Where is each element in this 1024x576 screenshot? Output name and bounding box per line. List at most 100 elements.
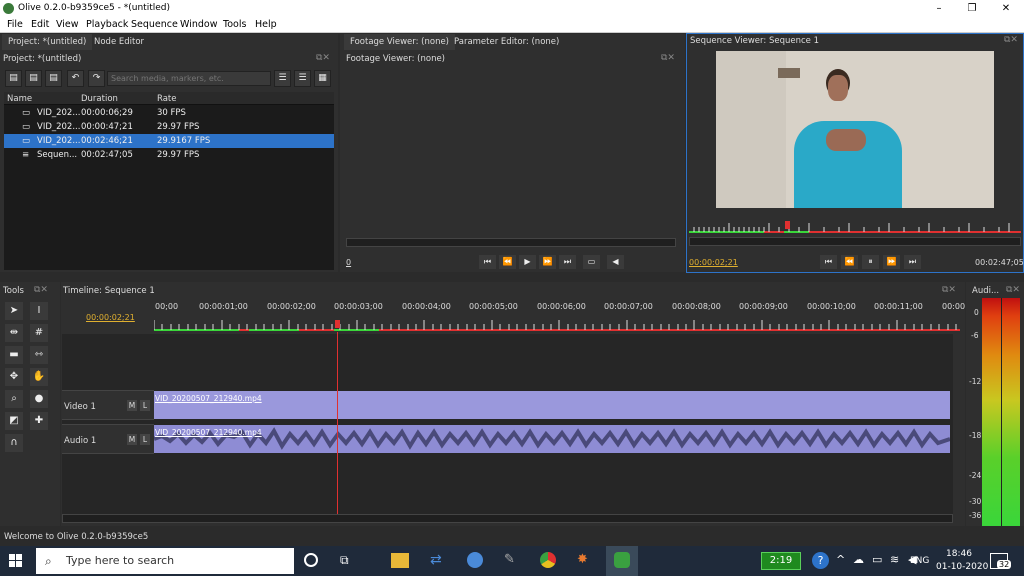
timeline-ruler[interactable]	[154, 318, 960, 332]
save-file-icon[interactable]: ▤	[45, 70, 62, 87]
chevron-up-icon[interactable]: ^	[836, 553, 845, 566]
lock-button[interactable]: L	[140, 400, 150, 411]
redo-icon[interactable]: ↷	[88, 70, 105, 87]
media-row[interactable]: ▭ VID_202... 00:00:47;21 29.97 FPS	[4, 120, 334, 134]
help-icon[interactable]: ?	[812, 552, 829, 569]
clock-time[interactable]: 18:46	[946, 549, 972, 559]
sequence-scrollbar[interactable]	[689, 237, 1021, 246]
audio-icon[interactable]: ◀	[607, 255, 624, 269]
slide-tool-icon[interactable]: ✥	[5, 368, 23, 386]
battery-timer[interactable]: 2:19	[761, 552, 801, 570]
panel-float-icon[interactable]: ⧉✕	[1006, 285, 1020, 295]
tool-icon[interactable]: ✎	[504, 552, 515, 567]
maximize-button[interactable]: ❐	[955, 0, 989, 17]
audio-waveform	[154, 427, 950, 450]
media-row[interactable]: ▭ VID_202... 00:00:06;29 30 FPS	[4, 106, 334, 120]
go-to-end-icon[interactable]: ⏭	[559, 255, 576, 269]
go-to-start-icon[interactable]: ⏮	[479, 255, 496, 269]
timeline-playhead[interactable]	[337, 332, 338, 514]
footage-scrollbar[interactable]	[346, 238, 676, 247]
column-duration[interactable]: Duration	[81, 94, 118, 104]
cloud-icon[interactable]: ☁	[853, 553, 864, 566]
snapping-icon[interactable]: ∩	[5, 434, 23, 452]
chrome-icon[interactable]	[540, 552, 556, 568]
edit-tool-icon[interactable]: I	[30, 302, 48, 320]
menu-file[interactable]: File	[7, 19, 23, 30]
sequence-viewer-ruler[interactable]	[689, 220, 1021, 234]
play-icon[interactable]: ▶	[519, 255, 536, 269]
mute-button[interactable]: M	[127, 434, 137, 445]
timeline-current-time[interactable]: 00:00:02;21	[86, 313, 135, 322]
panel-float-icon[interactable]: ⧉✕	[1004, 35, 1018, 45]
zoom-tool-icon[interactable]: ⌕	[5, 390, 23, 408]
language-indicator[interactable]: ENG	[910, 556, 929, 566]
tab-parameter-editor[interactable]: Parameter Editor: (none)	[448, 34, 565, 50]
menu-edit[interactable]: Edit	[31, 19, 49, 30]
panel-float-icon[interactable]: ⧉✕	[316, 53, 330, 63]
menu-playback[interactable]: Playback	[86, 19, 128, 30]
olive-taskbar-button[interactable]	[606, 546, 638, 576]
fast-forward-icon[interactable]: ⏩	[539, 255, 556, 269]
list-view-icon[interactable]: ☰	[294, 70, 311, 87]
video-icon[interactable]: ▭	[583, 255, 600, 269]
menu-sequence[interactable]: Sequence	[131, 19, 178, 30]
task-view-icon[interactable]: ⧉	[340, 553, 349, 568]
browser-icon[interactable]	[467, 552, 483, 568]
column-name[interactable]: Name	[7, 94, 32, 104]
sequence-current-time[interactable]: 00:00:02;21	[689, 258, 738, 267]
pause-icon[interactable]: ⏸	[862, 255, 879, 269]
panel-float-icon[interactable]: ⧉✕	[661, 53, 675, 63]
audio-clip[interactable]: VID_20200507_212940.mp4	[154, 425, 950, 453]
tab-footage-viewer[interactable]: Footage Viewer: (none)	[344, 34, 456, 50]
undo-icon[interactable]: ↶	[67, 70, 84, 87]
media-row-selected[interactable]: ▭ VID_202... 00:02:46;21 29.9167 FPS	[4, 134, 334, 148]
wifi-icon[interactable]: ≋	[890, 553, 899, 566]
add-tool-icon[interactable]: ✚	[30, 412, 48, 430]
rolling-tool-icon[interactable]: #	[30, 324, 48, 342]
app-icon[interactable]: ⇄	[430, 552, 442, 568]
lock-button[interactable]: L	[140, 434, 150, 445]
record-tool-icon[interactable]: ●	[30, 390, 48, 408]
menu-view[interactable]: View	[56, 19, 79, 30]
pointer-tool-icon[interactable]: ➤	[5, 302, 23, 320]
battery-icon[interactable]: ▭	[872, 553, 882, 566]
fast-forward-icon[interactable]: ⏩	[883, 255, 900, 269]
rewind-icon[interactable]: ⏪	[841, 255, 858, 269]
menu-help[interactable]: Help	[255, 19, 277, 30]
tab-node-editor[interactable]: Node Editor	[88, 34, 150, 50]
open-file-icon[interactable]: ▤	[25, 70, 42, 87]
media-row[interactable]: ≡ Sequen... 00:02:47;05 29.97 FPS	[4, 148, 334, 162]
video-clip[interactable]: VID_20200507_212940.mp4	[154, 391, 950, 419]
column-rate[interactable]: Rate	[157, 94, 177, 104]
footage-timecode[interactable]: 0	[346, 258, 351, 267]
transition-tool-icon[interactable]: ◩	[5, 412, 23, 430]
menu-tools[interactable]: Tools	[223, 19, 246, 30]
clock-date[interactable]: 01-10-2020	[936, 562, 988, 572]
paint-icon[interactable]: ✸	[577, 552, 588, 567]
mute-button[interactable]: M	[127, 400, 137, 411]
go-to-start-icon[interactable]: ⏮	[820, 255, 837, 269]
file-explorer-icon[interactable]	[391, 553, 409, 568]
cortana-icon[interactable]	[304, 553, 318, 567]
hand-tool-icon[interactable]: ✋	[30, 368, 48, 386]
rewind-icon[interactable]: ⏪	[499, 255, 516, 269]
go-to-end-icon[interactable]: ⏭	[904, 255, 921, 269]
icon-view-icon[interactable]: ▦	[314, 70, 331, 87]
panel-float-icon[interactable]: ⧉✕	[34, 285, 48, 295]
panel-float-icon[interactable]: ⧉✕	[942, 285, 956, 295]
tree-view-icon[interactable]: ☰	[274, 70, 291, 87]
windows-start-icon[interactable]	[9, 554, 23, 568]
media-name: VID_202...	[37, 108, 81, 118]
taskbar-search-box[interactable]: ⌕ Type here to search	[36, 548, 294, 574]
slip-tool-icon[interactable]: ⇿	[30, 346, 48, 364]
close-button[interactable]: ✕	[989, 0, 1023, 17]
tab-project[interactable]: Project: *(untitled)	[2, 34, 93, 50]
razor-tool-icon[interactable]: ▬	[5, 346, 23, 364]
ripple-tool-icon[interactable]: ⇹	[5, 324, 23, 342]
menu-window[interactable]: Window	[180, 19, 217, 30]
new-file-icon[interactable]: ▤	[5, 70, 22, 87]
person-face	[828, 75, 848, 101]
search-media-input[interactable]	[107, 71, 271, 86]
timeline-scrollbar[interactable]	[62, 514, 953, 523]
minimize-button[interactable]: –	[922, 0, 956, 17]
